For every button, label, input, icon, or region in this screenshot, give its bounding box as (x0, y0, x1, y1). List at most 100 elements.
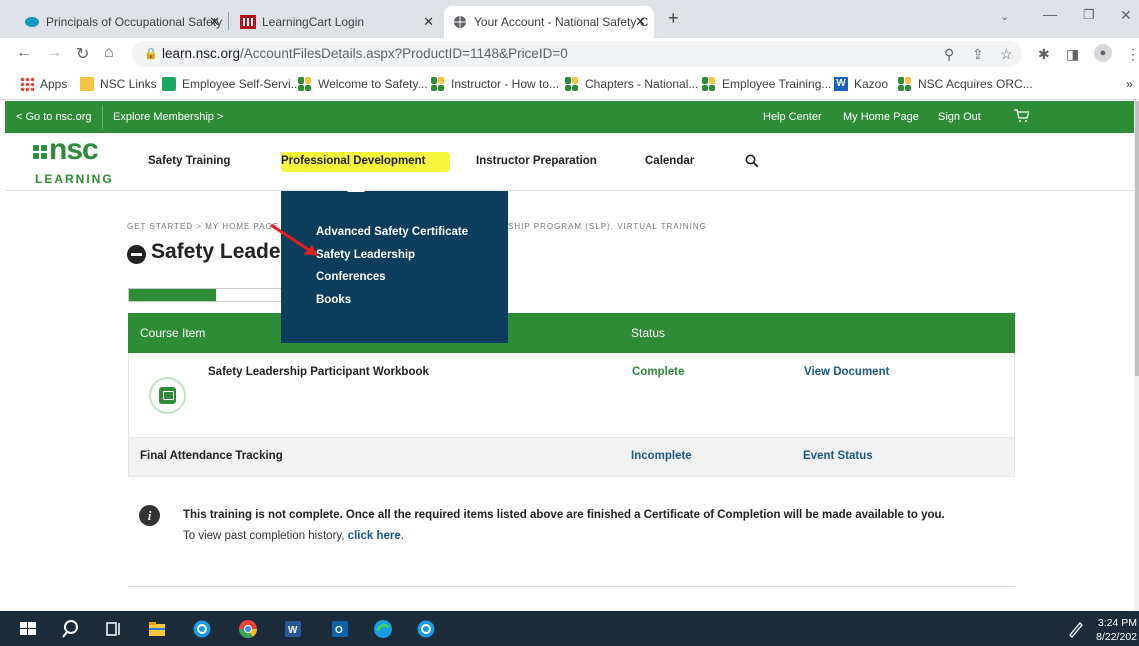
bookmark-star-icon[interactable]: ☆ (1000, 46, 1013, 63)
skype-icon[interactable] (192, 619, 212, 639)
outlook-icon[interactable]: O (330, 619, 350, 639)
bookmark-chapters[interactable]: Chapters - National... (565, 77, 698, 91)
progress-bar (128, 288, 283, 302)
nav-calendar[interactable]: Calendar (645, 155, 694, 167)
reload-icon[interactable]: ↻ (76, 44, 89, 64)
windows-taskbar: W O 3:24 PM 8/22/202 (0, 611, 1139, 646)
bookmark-nsc-links[interactable]: NSC Links (80, 77, 157, 91)
column-header-course-item: Course Item (140, 326, 206, 340)
home-icon[interactable]: ⌂ (104, 44, 114, 62)
table-row: Final Attendance Tracking Incomplete Eve… (128, 437, 1015, 477)
course-item-name: Safety Leadership Participant Workbook (208, 366, 429, 378)
close-window-icon[interactable]: ✕ (1120, 7, 1132, 24)
help-center-link[interactable]: Help Center (763, 111, 822, 123)
back-icon[interactable]: ← (16, 44, 32, 62)
bookmark-employee-training[interactable]: Employee Training... (702, 77, 831, 91)
address-bar[interactable]: 🔒 learn.nsc.org/AccountFilesDetails.aspx… (132, 41, 1022, 67)
explore-membership-link[interactable]: Explore Membership > (113, 111, 223, 123)
close-icon[interactable]: ✕ (209, 14, 220, 30)
bookmark-nsc-acquires[interactable]: NSC Acquires ORC... (898, 77, 1033, 91)
nav-professional-development[interactable]: Professional Development (281, 155, 425, 167)
menu-item-books[interactable]: Books (316, 294, 351, 306)
nsc-icon (565, 77, 579, 91)
bookmarks-bar: Apps NSC Links Employee Self-Servi... We… (0, 70, 1139, 100)
history-suffix: . (400, 530, 404, 542)
site-header: nsc LEARNING Safety Training Professiona… (5, 133, 1134, 191)
zoom-icon[interactable]: ⚲ (944, 46, 954, 63)
click-here-link[interactable]: click here (348, 530, 401, 542)
search-icon[interactable] (61, 619, 81, 639)
column-header-status: Status (631, 326, 666, 340)
bookmark-label: Employee Self-Servi... (182, 77, 301, 91)
system-clock[interactable]: 3:24 PM 8/22/202 (1096, 616, 1137, 644)
bookmark-label: Instructor - How to... (451, 77, 560, 91)
completion-message: This training is not complete. Once all … (183, 509, 945, 521)
bookmark-apps[interactable]: Apps (20, 77, 67, 91)
table-row: Safety Leadership Participant Workbook C… (128, 353, 1015, 437)
profile-icon[interactable]: ● (1094, 44, 1112, 62)
search-icon[interactable] (745, 154, 759, 168)
side-panel-icon[interactable]: ◨ (1066, 46, 1079, 63)
browser-tab-bar: Principals of Occupational Safety ✕ Lear… (0, 0, 1139, 38)
learningcart-icon (240, 15, 256, 29)
red-arrow-annotation (270, 223, 318, 256)
menu-icon[interactable]: ⋮ (1126, 46, 1139, 63)
tab-principals[interactable]: Principals of Occupational Safety ✕ (16, 6, 228, 38)
nav-safety-training[interactable]: Safety Training (148, 155, 230, 167)
tab-title: LearningCart Login (262, 15, 365, 29)
bookmark-employee-self-service[interactable]: Employee Self-Servi... (162, 77, 301, 91)
skype-icon[interactable] (416, 619, 436, 639)
menu-item-safety-leadership[interactable]: Safety Leadership (316, 249, 415, 261)
new-tab-icon[interactable]: + (668, 8, 679, 29)
bookmark-label: NSC Acquires ORC... (918, 77, 1033, 91)
divider (128, 586, 1015, 587)
file-explorer-icon[interactable] (147, 619, 167, 639)
restore-icon[interactable]: ❐ (1083, 7, 1095, 23)
event-status-link[interactable]: Event Status (803, 450, 873, 462)
bookmark-welcome-safety[interactable]: Welcome to Safety... (298, 77, 428, 91)
tab-your-account[interactable]: Your Account - National Safety C ✕ (444, 6, 654, 38)
apps-grid-icon (20, 77, 34, 91)
scrollbar-thumb[interactable] (1135, 101, 1139, 376)
nsc-icon (702, 77, 716, 91)
windows-start-icon[interactable] (18, 619, 38, 639)
my-home-page-link[interactable]: My Home Page (843, 111, 919, 123)
kazoo-icon: W (834, 77, 848, 91)
page-title: Safety Leade (151, 240, 281, 263)
nsc-learning-logo[interactable]: nsc LEARNING (33, 133, 133, 187)
view-document-link[interactable]: View Document (804, 366, 889, 378)
self-service-icon (162, 77, 176, 91)
tab-learningcart[interactable]: LearningCart Login ✕ (232, 6, 442, 38)
nsc-icon (898, 77, 912, 91)
logo-dot (33, 153, 39, 159)
tab-search-icon[interactable]: ⌄ (1000, 10, 1009, 23)
tab-divider (228, 12, 229, 30)
logo-dot (41, 153, 47, 159)
bookmark-kazoo[interactable]: W Kazoo (834, 77, 888, 91)
extensions-icon[interactable]: ✱ (1038, 46, 1050, 63)
close-icon[interactable]: ✕ (423, 14, 434, 30)
forward-icon[interactable]: → (46, 44, 62, 62)
cart-icon[interactable] (1013, 109, 1029, 123)
minus-circle-icon (127, 245, 146, 264)
task-view-icon[interactable] (104, 619, 124, 639)
nav-instructor-preparation[interactable]: Instructor Preparation (476, 155, 597, 167)
svg-text:W: W (288, 625, 298, 636)
menu-item-conferences[interactable]: Conferences (316, 271, 386, 283)
share-icon[interactable]: ⇪ (972, 46, 984, 63)
more-bookmarks-icon[interactable]: » (1126, 77, 1133, 91)
close-icon[interactable]: ✕ (635, 14, 646, 30)
pen-icon[interactable] (1066, 619, 1086, 639)
edge-icon[interactable] (373, 619, 393, 639)
history-text: To view past completion history, click h… (183, 530, 404, 542)
folder-icon (80, 77, 94, 91)
salesforce-cloud-icon (25, 17, 39, 27)
go-to-nsc-link[interactable]: < Go to nsc.org (16, 111, 92, 123)
bookmark-instructor[interactable]: Instructor - How to... (431, 77, 559, 91)
minimize-icon[interactable]: — (1043, 6, 1057, 22)
sign-out-link[interactable]: Sign Out (938, 111, 981, 123)
chrome-icon[interactable] (238, 619, 258, 639)
word-icon[interactable]: W (283, 619, 303, 639)
url-domain: learn.nsc.org (162, 46, 241, 61)
menu-item-advanced-safety-certificate[interactable]: Advanced Safety Certificate (316, 226, 468, 238)
